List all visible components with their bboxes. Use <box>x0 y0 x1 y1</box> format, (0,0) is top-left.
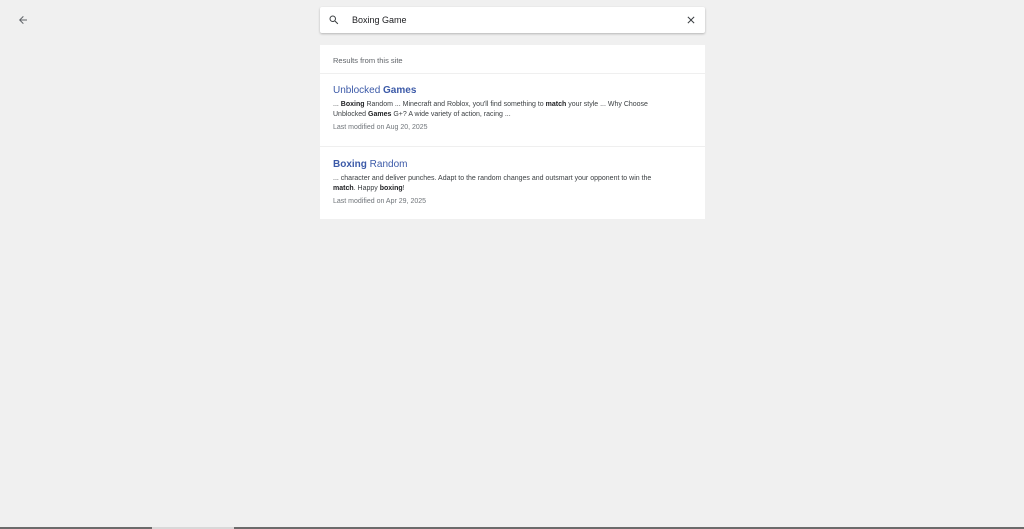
divider <box>320 73 705 74</box>
results-header: Results from this site <box>333 56 403 65</box>
snippet-line: match. Happy boxing! <box>333 184 683 194</box>
text-fragment: ... character and deliver punches. Adapt… <box>333 175 652 182</box>
text-fragment: Random <box>366 159 408 170</box>
text-fragment: ... <box>333 101 341 108</box>
result-title-link[interactable]: Boxing Random <box>333 159 683 171</box>
text-fragment: Unblocked <box>333 85 384 96</box>
snippet-line: ... character and deliver punches. Adapt… <box>333 174 683 184</box>
result-snippet: ... Boxing Random ... Minecraft and Robl… <box>333 100 683 119</box>
highlighted-term: match <box>333 184 354 192</box>
search-bar <box>320 7 705 33</box>
result-item: Boxing Random ... character and deliver … <box>333 159 683 206</box>
text-fragment: ! <box>402 184 405 192</box>
highlighted-term: Games <box>368 110 392 118</box>
snippet-line: Unblocked Games G+? A wide variety of ac… <box>333 110 683 120</box>
divider <box>320 146 705 147</box>
text-fragment: G+? A wide variety of action, racing ... <box>391 110 511 118</box>
last-modified: Last modified on Aug 20, 2025 <box>333 124 428 131</box>
text-fragment: . Happy <box>353 184 380 192</box>
search-input[interactable] <box>352 10 672 30</box>
close-icon[interactable] <box>685 14 697 26</box>
page: Results from this site Unblocked Games .… <box>0 0 1024 529</box>
result-item: Unblocked Games ... Boxing Random ... Mi… <box>333 85 683 132</box>
snippet-line: ... Boxing Random ... Minecraft and Robl… <box>333 100 683 110</box>
highlighted-term: Boxing <box>333 159 367 170</box>
results-panel: Results from this site Unblocked Games .… <box>320 45 705 219</box>
result-snippet: ... character and deliver punches. Adapt… <box>333 174 683 193</box>
highlighted-term: Boxing <box>340 101 365 108</box>
back-button[interactable] <box>12 9 34 31</box>
result-title-link[interactable]: Unblocked Games <box>333 85 683 97</box>
highlighted-term: boxing <box>379 184 403 192</box>
highlighted-term: match <box>545 101 567 108</box>
highlighted-term: Games <box>383 85 417 96</box>
last-modified: Last modified on Apr 29, 2025 <box>333 198 427 205</box>
arrow-left-icon <box>19 16 27 24</box>
text-fragment: your style ... Why Choose <box>566 101 648 108</box>
text-fragment: Unblocked <box>333 110 369 118</box>
search-icon[interactable] <box>328 14 340 26</box>
text-fragment: Random ... Minecraft and Roblox, you'll … <box>364 101 546 108</box>
